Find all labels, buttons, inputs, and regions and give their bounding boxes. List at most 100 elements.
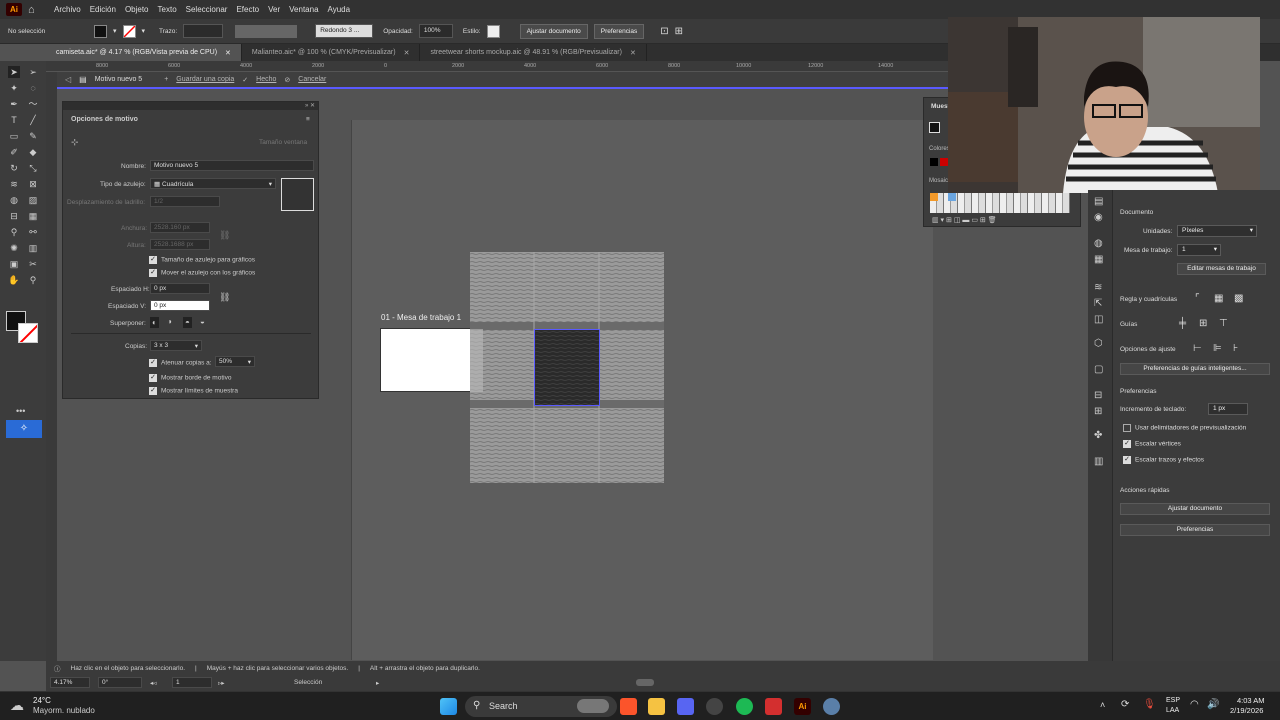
stroke-color-icon[interactable]	[18, 323, 38, 343]
snap-pixel-icon[interactable]: ⊦	[1233, 343, 1238, 354]
warp-icon[interactable]: ≋	[8, 178, 20, 190]
preview-bounds-checkbox[interactable]: Usar delimitadores de previsualización	[1123, 424, 1246, 432]
menu-ventana[interactable]: Ventana	[289, 5, 318, 14]
prev-artboard-icon[interactable]: ◂◃	[150, 679, 157, 687]
play-icon[interactable]: ▸	[376, 679, 379, 687]
zoom-field[interactable]: 4.17%	[50, 677, 90, 688]
weather-icon[interactable]: ☁	[10, 697, 24, 714]
v-spacing-field[interactable]: 0 px	[150, 300, 210, 311]
rotate-icon[interactable]: ↻	[8, 162, 20, 174]
pattern-mode-icon[interactable]: ✧	[6, 420, 42, 438]
swatch-library-icon[interactable]: ▥ ▾ ⊞ ◫ ▬ ▭ ⊞ 🗑	[932, 216, 997, 224]
artboard-select[interactable]: 1 ▾	[1177, 244, 1221, 256]
fill-stroke-icon[interactable]	[929, 122, 940, 133]
preferences-button[interactable]: Preferencias	[593, 23, 645, 39]
lock-guides-icon[interactable]: ⊞	[1199, 318, 1207, 329]
size-to-art-checkbox[interactable]: ✓ Tamaño de azulejo para gráficos	[149, 256, 255, 264]
type-tool-icon[interactable]: T	[8, 114, 20, 126]
overlap-right-icon[interactable]: ◑	[167, 317, 172, 326]
h-spacing-field[interactable]: 0 px	[150, 283, 210, 294]
rotation-field[interactable]: 0°	[98, 677, 142, 688]
eraser-icon[interactable]: ◆	[27, 146, 39, 158]
tile-preview-thumbnail[interactable]	[281, 178, 314, 211]
artboard-label[interactable]: 01 - Mesa de trabajo 1	[381, 313, 461, 322]
language-code[interactable]: ESP	[1166, 697, 1180, 704]
language-layout[interactable]: LAA	[1166, 707, 1179, 714]
transparency-grid-icon[interactable]: ▩	[1234, 293, 1243, 304]
cancel-link[interactable]: Cancelar	[298, 76, 326, 83]
tab-streetwear[interactable]: streetwear shorts mockup.aic @ 48.91 % (…	[420, 44, 647, 61]
3d-icon[interactable]: ⬡	[1094, 338, 1103, 349]
move-tile-checkbox[interactable]: ✓ Mover el azulejo con los gráficos	[149, 269, 255, 277]
free-transform-icon[interactable]: ⊠	[27, 178, 39, 190]
live-paint-icon[interactable]: ▨	[27, 194, 39, 206]
stroke-swatch[interactable]	[122, 24, 136, 38]
size-window-button[interactable]: Tamaño ventana	[259, 139, 307, 146]
tray-sync-icon[interactable]: ⟳	[1121, 699, 1129, 710]
pathfinder-icon[interactable]: ⊞	[1094, 406, 1102, 417]
swatch-red[interactable]	[940, 158, 948, 166]
gradient-icon[interactable]: ▦	[27, 210, 39, 222]
ruler-icon[interactable]: ⌜	[1195, 293, 1200, 304]
scale-icon[interactable]: ⤡	[27, 162, 39, 174]
style-swatch[interactable]	[486, 24, 500, 38]
menu-objeto[interactable]: Objeto	[125, 5, 149, 14]
close-icon[interactable]: ✕	[404, 49, 410, 57]
fit-document-button[interactable]: Ajustar documento	[519, 23, 588, 39]
fill-swatch[interactable]	[94, 24, 107, 38]
edit-toolbar-icon[interactable]: •••	[16, 406, 25, 416]
show-guides-icon[interactable]: ╪	[1179, 318, 1186, 329]
overlap-bottom-icon[interactable]: ◒	[200, 317, 205, 326]
export-icon[interactable]: ⇱	[1094, 298, 1102, 309]
link-spacing-icon[interactable]: ⛓	[219, 292, 230, 303]
grid-icon[interactable]: ▦	[1214, 293, 1223, 304]
keyboard-increment-field[interactable]: 1 px	[1208, 403, 1248, 415]
done-link[interactable]: Hecho	[256, 76, 276, 83]
illustrator-taskbar-icon[interactable]: Ai	[794, 698, 811, 715]
artboard-nav-field[interactable]: 1	[172, 677, 212, 688]
search-box[interactable]: ⚲ Search	[465, 696, 617, 717]
smart-guides-prefs-button[interactable]: Preferencias de guías inteligentes...	[1120, 363, 1270, 375]
discord-icon[interactable]	[677, 698, 694, 715]
microphone-icon[interactable]: 🎙	[1143, 699, 1156, 710]
panel-menu-icon[interactable]: ≡	[306, 116, 310, 123]
align-icon[interactable]: ⊡	[660, 26, 668, 37]
menu-texto[interactable]: Texto	[158, 5, 177, 14]
back-arrow-icon[interactable]: ◁	[65, 75, 71, 84]
links-icon[interactable]: ▥	[1094, 456, 1103, 467]
overlap-top-icon[interactable]: ◓	[183, 317, 192, 328]
eyedropper-icon[interactable]: ⚲	[8, 226, 20, 238]
spotify-icon[interactable]	[736, 698, 753, 715]
menu-ver[interactable]: Ver	[268, 5, 280, 14]
stroke-weight-field[interactable]	[183, 24, 224, 38]
appearance-icon[interactable]: ◉	[1094, 212, 1103, 223]
perspective-icon[interactable]: ⊟	[8, 210, 20, 222]
windows-start-icon[interactable]	[440, 698, 457, 715]
wifi-icon[interactable]: ◠	[1190, 699, 1199, 710]
copies-select[interactable]: 3 x 3 ▾	[150, 340, 202, 351]
transform-icon[interactable]: ⊞	[675, 26, 683, 37]
clock-time[interactable]: 4:03 AM	[1237, 696, 1265, 705]
volume-icon[interactable]: 🔊	[1207, 699, 1219, 710]
color-icon[interactable]: ◍	[1094, 238, 1103, 249]
chevron-down-icon[interactable]: ▾	[113, 27, 117, 35]
next-artboard-icon[interactable]: ▹▸	[218, 679, 225, 687]
settings-icon[interactable]	[823, 698, 840, 715]
horizontal-scrollbar[interactable]	[636, 679, 654, 686]
close-icon[interactable]: ✕	[225, 49, 231, 57]
file-explorer-icon[interactable]	[648, 698, 665, 715]
github-desktop-icon[interactable]	[706, 698, 723, 715]
snap-grid-icon[interactable]: ⊫	[1213, 343, 1222, 354]
align-panel-icon[interactable]: ⊟	[1094, 390, 1102, 401]
shaper-icon[interactable]: ✐	[8, 146, 20, 158]
tab-camiseta[interactable]: camiseta.aic* @ 4.17 % (RGB/Vista previa…	[46, 44, 242, 61]
smart-guides-icon[interactable]: ⊤	[1219, 318, 1228, 329]
fit-document-panel-button[interactable]: Ajustar documento	[1120, 503, 1270, 515]
units-select[interactable]: Píxeles ▾	[1177, 225, 1257, 237]
magic-wand-icon[interactable]: ✦	[8, 82, 20, 94]
selection-tool-icon[interactable]: ➤	[8, 66, 20, 78]
zoom-tool-icon[interactable]: ⚲	[27, 274, 39, 286]
dim-value-select[interactable]: 50% ▾	[215, 356, 255, 367]
menu-archivo[interactable]: Archivo	[54, 5, 81, 14]
tile-type-select[interactable]: ▦ Cuadrícula ▾	[150, 178, 276, 189]
